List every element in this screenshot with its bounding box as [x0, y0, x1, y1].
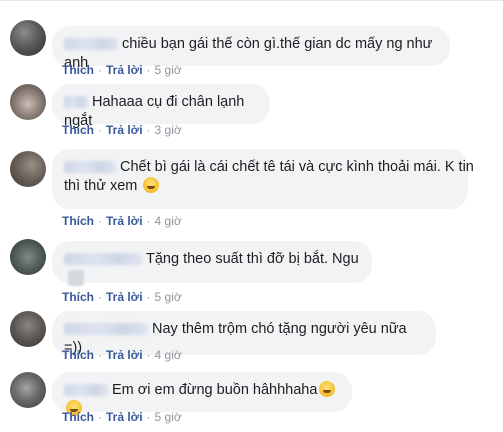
reply-link[interactable]: Trả lời [106, 348, 143, 362]
avatar[interactable] [10, 151, 46, 187]
comment-actions: Thích · Trả lời · 5 giờ [62, 290, 182, 304]
separator-dot: · [98, 63, 102, 77]
comment-text-line2: thì thử xem [64, 178, 138, 194]
reply-link[interactable]: Trả lời [106, 123, 143, 137]
timestamp[interactable]: 4 giờ [155, 214, 182, 228]
blurred-author-name[interactable] [64, 38, 118, 51]
blurred-author-name[interactable] [64, 161, 116, 174]
timestamp[interactable]: 5 giờ [155, 410, 182, 424]
separator-dot: · [146, 410, 151, 424]
comment-actions: Thích · Trả lời · 3 giờ [62, 123, 182, 137]
comment-bubble: Tặng theo suất thì đỡ bị bắt. Ngu [52, 241, 372, 287]
comment-bubble: Em ơi em đừng buồn hâhhhaha [52, 372, 352, 416]
comment-text: Em ơi em đừng buồn hâhhhaha [112, 382, 318, 398]
separator-dot: · [146, 348, 151, 362]
separator-dot: · [98, 410, 102, 424]
separator-dot: · [146, 214, 151, 228]
timestamp[interactable]: 5 giờ [155, 63, 182, 77]
comment-actions: Thích · Trả lời · 4 giờ [62, 348, 182, 362]
separator-dot: · [98, 214, 102, 228]
reply-link[interactable]: Trả lời [106, 410, 143, 424]
avatar[interactable] [10, 84, 46, 120]
avatar[interactable] [10, 372, 46, 408]
avatar[interactable] [10, 239, 46, 275]
avatar[interactable] [10, 311, 46, 347]
comment-bubble: Hahaaa cụ đi chân lạnh ngắt [52, 84, 270, 129]
comment-text: Tặng theo suất thì đỡ bị bắt. Ngu [146, 251, 359, 267]
separator-dot: · [98, 348, 102, 362]
comment-actions: Thích · Trả lời · 4 giờ [62, 214, 182, 228]
timestamp[interactable]: 3 giờ [155, 123, 182, 137]
separator-dot: · [146, 290, 151, 304]
separator-dot: · [98, 290, 102, 304]
like-link[interactable]: Thích [62, 63, 94, 77]
separator-dot: · [98, 123, 102, 137]
blurred-author-name[interactable] [64, 384, 108, 397]
timestamp[interactable]: 5 giờ [155, 290, 182, 304]
reply-link[interactable]: Trả lời [106, 290, 143, 304]
blurred-author-name[interactable] [64, 96, 88, 109]
timestamp[interactable]: 4 giờ [155, 348, 182, 362]
comment-actions: Thích · Trả lời · 5 giờ [62, 63, 182, 77]
top-divider [0, 0, 503, 1]
comment-text-line1: Chết bì gái là cái chết tê tái và cực kì… [120, 159, 474, 175]
separator-dot: · [146, 123, 151, 137]
blurred-mention [68, 270, 84, 287]
reply-link[interactable]: Trả lời [106, 63, 143, 77]
like-link[interactable]: Thích [62, 123, 94, 137]
smile-emoji-icon [143, 177, 160, 193]
comment-bubble: Chết bì gái là cái chết tê tái và cực kì… [52, 149, 474, 209]
reply-link[interactable]: Trả lời [106, 214, 143, 228]
like-link[interactable]: Thích [62, 410, 94, 424]
comment-bubble: chiều bạn gái thế còn gì.thế gian dc mấy… [52, 26, 450, 71]
blurred-author-name[interactable] [64, 323, 148, 336]
like-link[interactable]: Thích [62, 214, 94, 228]
comment-actions: Thích · Trả lời · 5 giờ [62, 410, 182, 424]
separator-dot: · [146, 63, 151, 77]
blurred-author-name[interactable] [64, 253, 142, 266]
like-link[interactable]: Thích [62, 348, 94, 362]
avatar[interactable] [10, 20, 46, 56]
like-link[interactable]: Thích [62, 290, 94, 304]
rofl-emoji-icon [319, 381, 336, 397]
